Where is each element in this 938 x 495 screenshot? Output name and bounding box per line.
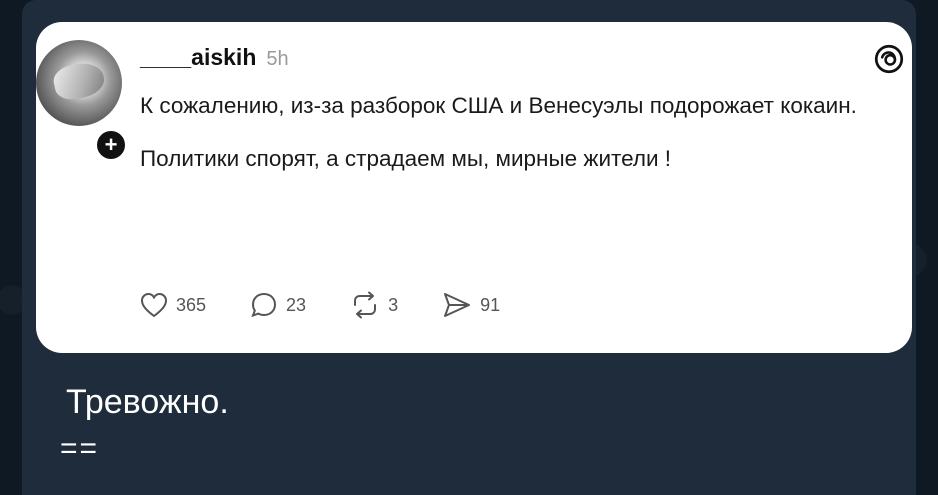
heart-icon bbox=[140, 292, 168, 318]
post-text: К сожалению, из-за разборок США и Венесу… bbox=[140, 84, 900, 181]
share-count: 91 bbox=[480, 294, 501, 315]
post-time: 5h bbox=[266, 48, 289, 70]
threads-logo-icon bbox=[874, 44, 904, 74]
share-button[interactable]: 91 bbox=[442, 291, 500, 319]
reply-button[interactable]: 23 bbox=[250, 291, 306, 319]
username[interactable]: ____aiskih bbox=[140, 44, 256, 71]
repost-icon bbox=[354, 291, 377, 319]
plus-icon[interactable]: + bbox=[94, 128, 128, 162]
author-row: ____aiskih 5h bbox=[140, 44, 289, 74]
threads-post-screenshot[interactable]: + ____aiskih 5h К сожалению, из-за разбо… bbox=[36, 22, 912, 353]
message-caption: Тревожно. bbox=[66, 383, 229, 421]
send-icon bbox=[444, 293, 471, 317]
like-button[interactable]: 365 bbox=[140, 292, 206, 318]
like-count: 365 bbox=[176, 294, 207, 315]
post-paragraph: Политики спорят, а страдаем мы, мирные ж… bbox=[140, 146, 672, 171]
comment-icon bbox=[251, 292, 277, 318]
message-extra-text: == bbox=[60, 432, 100, 465]
repost-count: 3 bbox=[388, 294, 399, 315]
repost-button[interactable]: 3 bbox=[350, 291, 398, 319]
post-actions: 365 23 3 91 bbox=[140, 290, 544, 320]
avatar-container[interactable]: + bbox=[36, 40, 128, 162]
avatar[interactable] bbox=[36, 40, 122, 126]
reply-count: 23 bbox=[286, 294, 307, 315]
post-paragraph: К сожалению, из-за разборок США и Венесу… bbox=[140, 93, 857, 118]
